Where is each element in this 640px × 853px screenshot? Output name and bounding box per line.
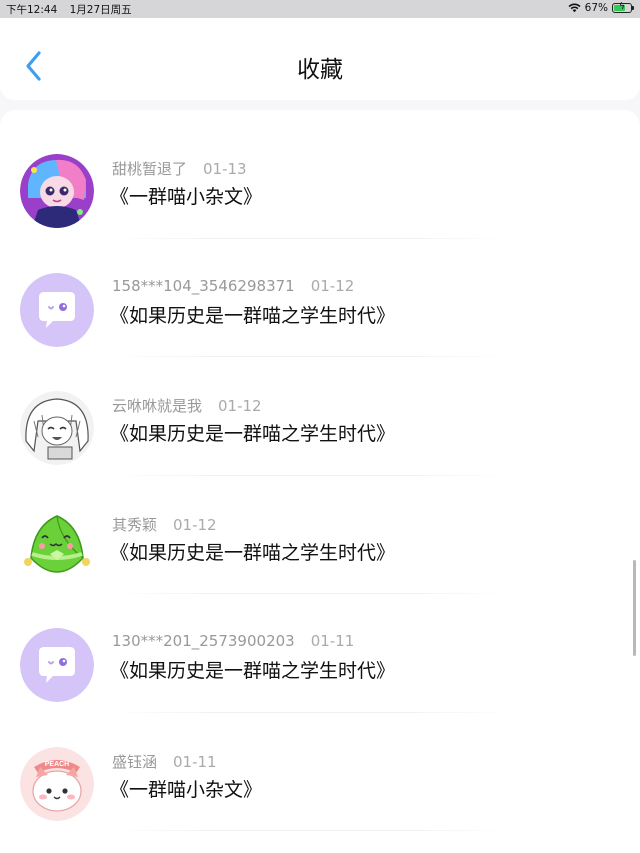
username[interactable]: 盛钰涵 [112,753,157,771]
battery-icon: ϟ [612,2,634,13]
item-date: 01-11 [173,752,217,771]
scrollbar[interactable] [633,560,636,656]
avatar-anime-girl-colorful[interactable] [20,154,94,228]
item-date: 01-13 [203,160,247,178]
item-date: 01-11 [310,632,355,650]
favorite-item[interactable]: 云咻咻就是我 01-12 《如果历史是一群喵之学生时代》 [0,357,640,476]
page-title: 收藏 [297,57,343,83]
favorites-list: 甜桃暂退了 01-13 《一群喵小杂文》 158***104_3546298371… [0,120,640,831]
username[interactable]: 甜桃暂退了 [112,160,187,178]
avatar-anime-girl-sketch[interactable] [20,391,94,465]
item-date: 01-12 [310,276,355,295]
status-bar: 下午12:44 1月27日周五 67% ϟ [0,0,640,18]
favorite-item[interactable]: 158***104_3546298371 01-12 《如果历史是一群喵之学生时代… [0,239,640,358]
item-title[interactable]: 《一群喵小杂文》 [110,775,262,802]
username[interactable]: 158***104_3546298371 [112,277,295,295]
favorite-item[interactable]: 其秀颖 01-12 《如果历史是一群喵之学生时代》 [0,476,640,595]
charging-bolt-icon: ϟ [619,2,625,12]
item-title[interactable]: 《如果历史是一群喵之学生时代》 [110,419,395,446]
avatar-peach-cat[interactable]: PEACH [20,746,94,821]
username[interactable]: 130***201_2573900203 [112,632,295,650]
battery-percent: 67% [584,2,608,14]
favorite-item[interactable]: 130***201_2573900203 01-11 《如果历史是一群喵之学生时代… [0,594,640,713]
nav-bar: 收藏 [0,18,640,100]
favorite-item[interactable]: 甜桃暂退了 01-13 《一群喵小杂文》 [0,120,640,239]
item-title[interactable]: 《如果历史是一群喵之学生时代》 [110,656,395,683]
item-title[interactable]: 《如果历史是一群喵之学生时代》 [110,301,395,328]
item-date: 01-12 [173,515,217,534]
username[interactable]: 云咻咻就是我 [112,397,202,415]
avatar-green-zongzi[interactable] [20,509,94,584]
username[interactable]: 其秀颖 [112,516,157,534]
wifi-icon [568,3,581,13]
item-title[interactable]: 《如果历史是一群喵之学生时代》 [110,538,395,565]
svg-text:PEACH: PEACH [45,761,70,768]
favorites-panel: 甜桃暂退了 01-13 《一群喵小杂文》 158***104_3546298371… [0,110,640,853]
item-title[interactable]: 《一群喵小杂文》 [110,182,262,209]
avatar-default-chat-bubble[interactable] [20,628,94,702]
avatar-default-chat-bubble[interactable] [20,272,94,347]
status-time: 下午12:44 [6,4,58,16]
item-date: 01-12 [218,397,262,415]
favorite-item[interactable]: PEACH 盛钰涵 01-11 《一群喵小杂文》 [0,713,640,832]
status-date: 1月27日周五 [69,4,132,16]
